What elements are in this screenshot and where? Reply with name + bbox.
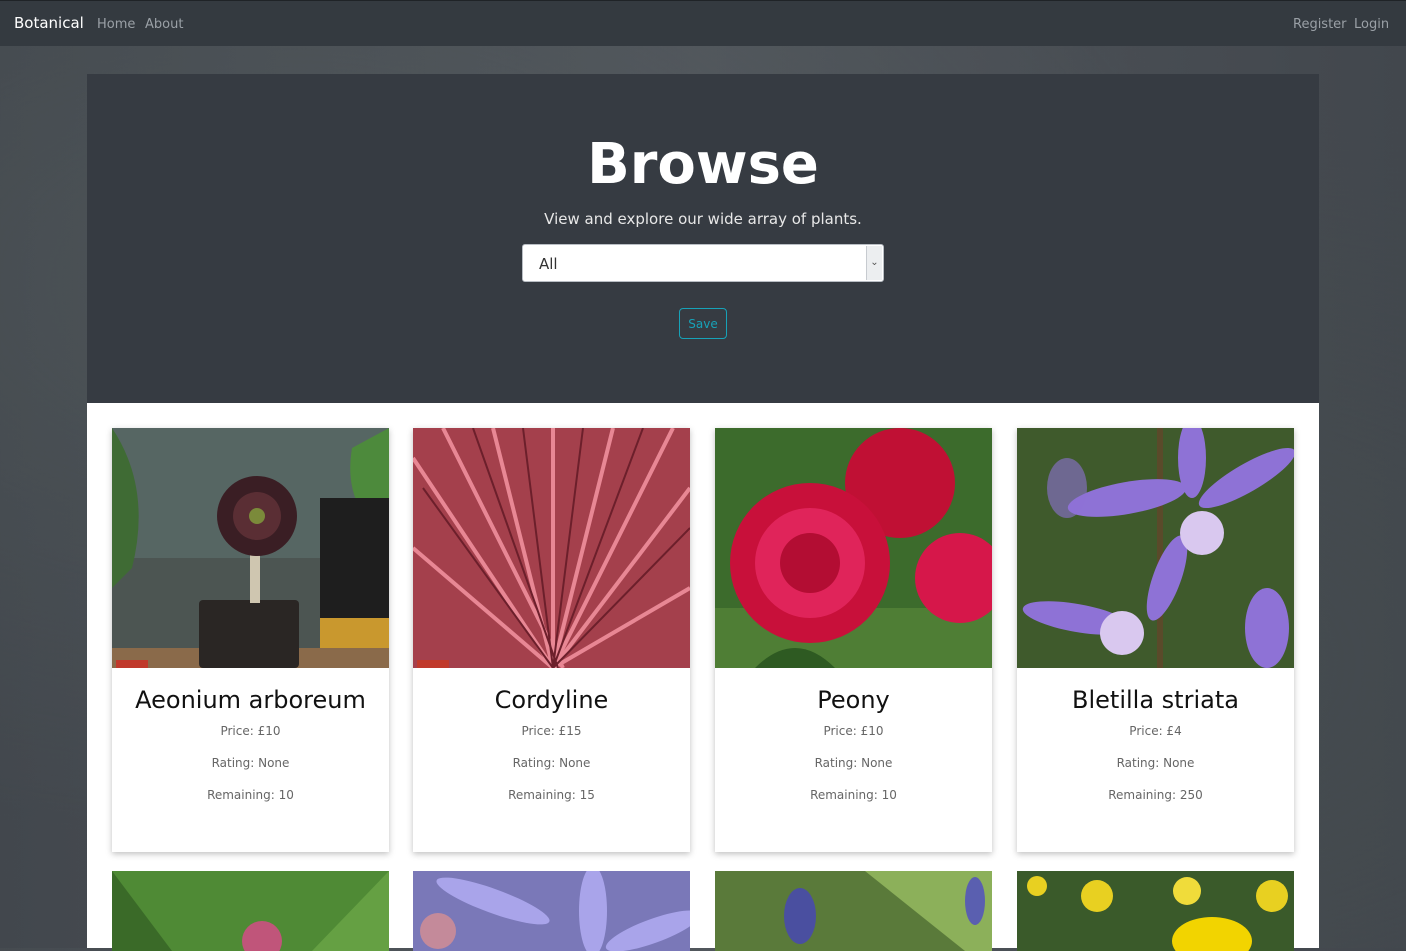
product-image[interactable] — [112, 871, 389, 951]
product-rating: Rating: None — [211, 756, 290, 770]
product-rating: Rating: None — [1116, 756, 1195, 770]
product-rating: Rating: None — [512, 756, 591, 770]
product-name: Bletilla striata — [1072, 686, 1239, 714]
product-name: Cordyline — [494, 686, 609, 714]
product-remaining: Remaining: 10 — [207, 788, 294, 802]
product-grid: Aeonium arboreum Price: £10 Rating: None… — [87, 403, 1319, 951]
product-image[interactable] — [1017, 871, 1294, 951]
product-card[interactable] — [715, 871, 992, 951]
product-image[interactable] — [413, 428, 690, 668]
category-select-value: All — [539, 255, 558, 273]
product-card[interactable]: Peony Price: £10 Rating: None Remaining:… — [715, 428, 992, 852]
product-card[interactable] — [112, 871, 389, 951]
nav-home-link[interactable]: Home — [97, 17, 135, 32]
page-subtitle: View and explore our wide array of plant… — [544, 210, 862, 228]
product-price: Price: £4 — [1129, 724, 1182, 738]
product-image[interactable] — [1017, 428, 1294, 668]
save-button[interactable]: Save — [679, 308, 727, 339]
product-rating: Rating: None — [814, 756, 893, 770]
product-card[interactable]: Bletilla striata Price: £4 Rating: None … — [1017, 428, 1294, 852]
product-name: Peony — [817, 686, 890, 714]
product-card[interactable] — [413, 871, 690, 951]
product-image[interactable] — [715, 871, 992, 951]
nav-register-link[interactable]: Register — [1293, 17, 1347, 32]
product-card[interactable]: Cordyline Price: £15 Rating: None Remain… — [413, 428, 690, 852]
product-image[interactable] — [112, 428, 389, 668]
product-image[interactable] — [715, 428, 992, 668]
page-title: Browse — [587, 132, 819, 197]
product-card[interactable] — [1017, 871, 1294, 951]
brand-link[interactable]: Botanical — [14, 14, 84, 32]
navbar: Botanical Home About Register Login — [0, 0, 1406, 46]
product-remaining: Remaining: 10 — [810, 788, 897, 802]
product-name: Aeonium arboreum — [135, 686, 366, 714]
product-remaining: Remaining: 250 — [1108, 788, 1203, 802]
product-price: Price: £10 — [220, 724, 281, 738]
product-price: Price: £10 — [823, 724, 884, 738]
category-select[interactable]: All ⌄ — [522, 244, 884, 282]
product-card[interactable]: Aeonium arboreum Price: £10 Rating: None… — [112, 428, 389, 852]
product-remaining: Remaining: 15 — [508, 788, 595, 802]
product-image[interactable] — [413, 871, 690, 951]
nav-about-link[interactable]: About — [145, 17, 183, 32]
product-price: Price: £15 — [521, 724, 582, 738]
browse-header: Browse View and explore our wide array o… — [87, 74, 1319, 403]
chevron-down-icon[interactable]: ⌄ — [866, 246, 882, 280]
nav-login-link[interactable]: Login — [1354, 17, 1389, 32]
